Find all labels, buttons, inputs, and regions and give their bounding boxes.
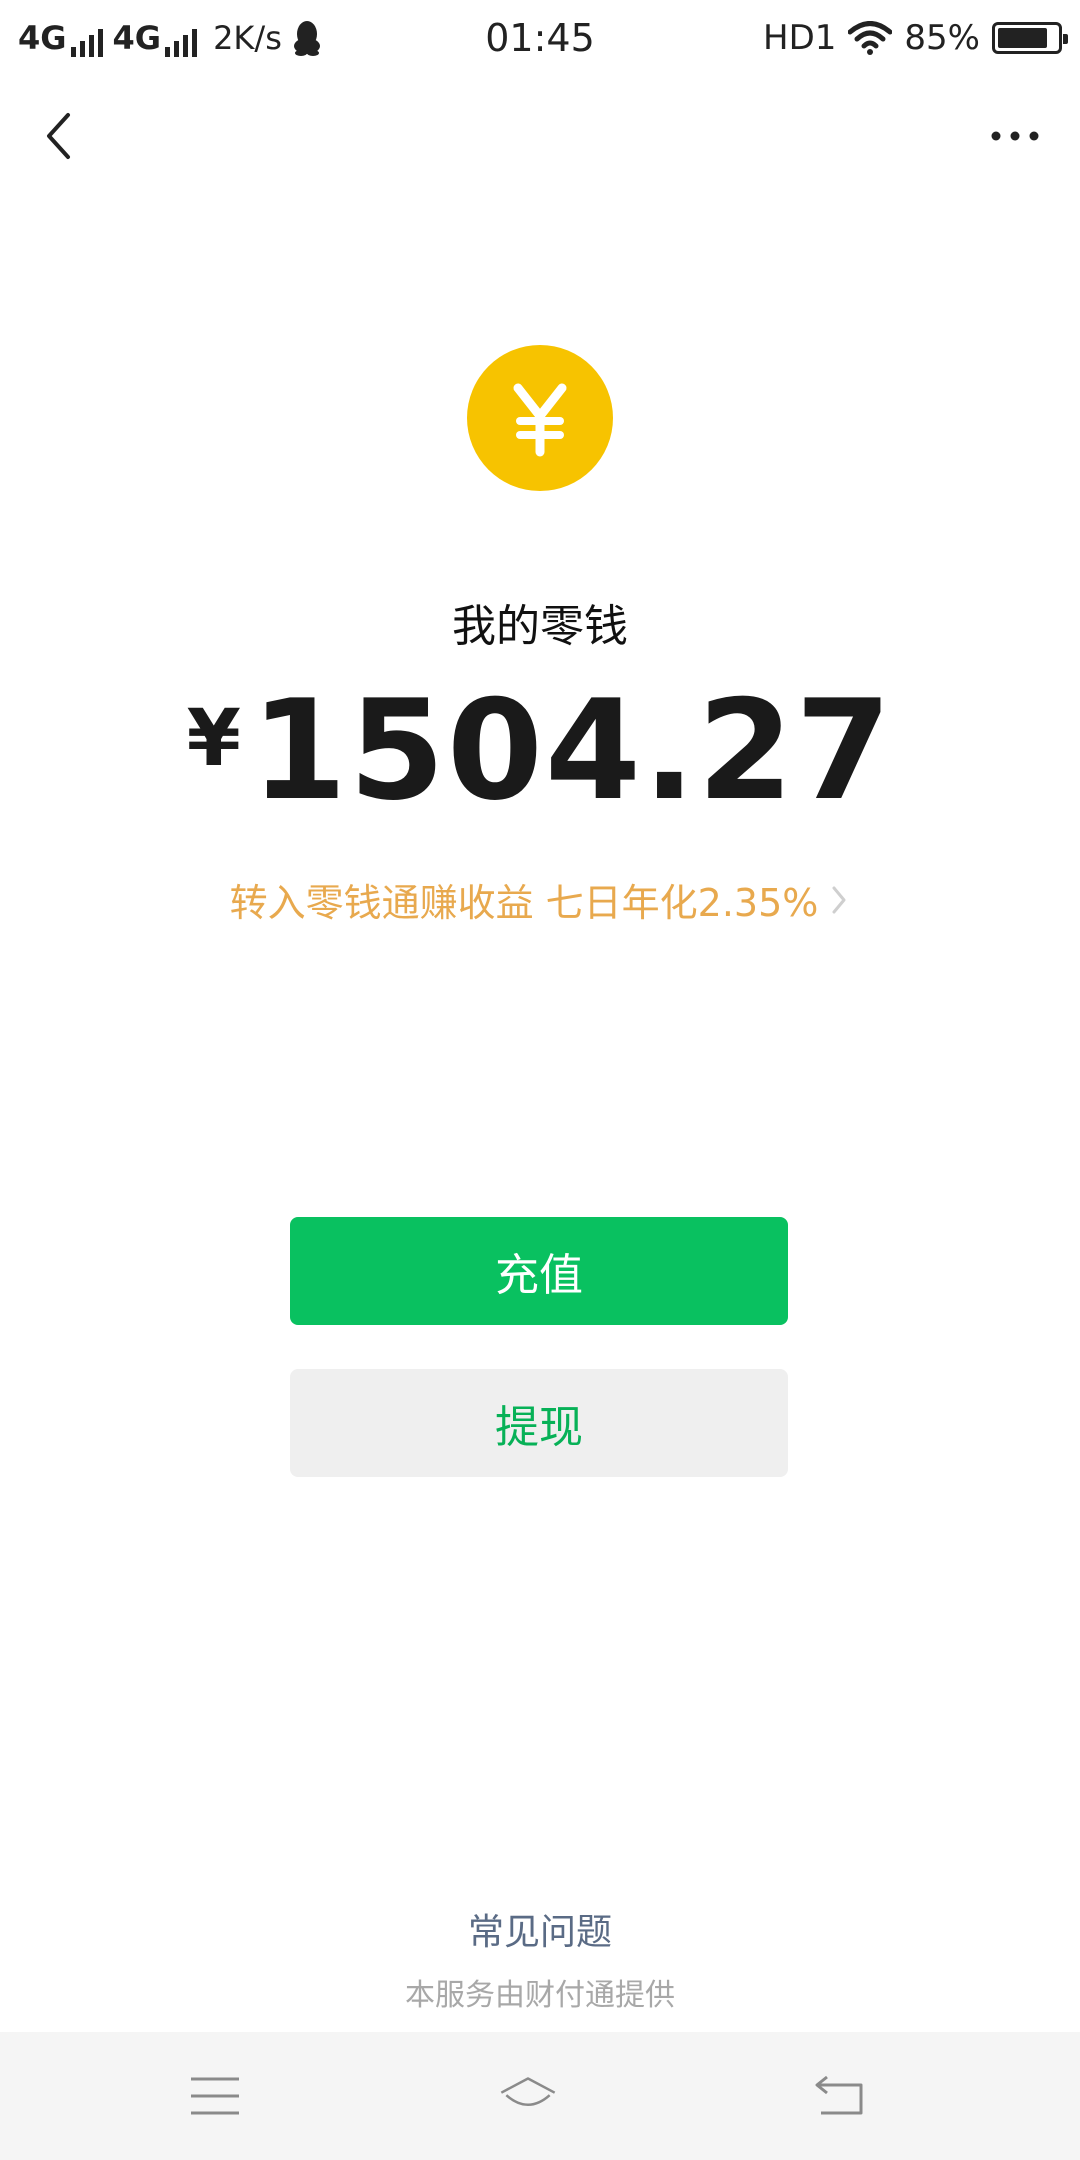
menu-icon: [191, 2077, 239, 2115]
home-button[interactable]: [498, 2066, 558, 2126]
more-dots-icon: [991, 131, 1039, 141]
yuan-coin-icon: [467, 345, 613, 491]
network-type-2: 4G: [112, 19, 162, 57]
battery-icon: [992, 22, 1068, 54]
network-type-1: 4G: [18, 19, 67, 57]
system-nav-bar: [0, 2032, 1080, 2160]
status-right: HD1 85%: [763, 18, 1068, 58]
more-button[interactable]: [980, 106, 1050, 166]
back-button[interactable]: [28, 106, 88, 166]
recharge-button[interactable]: 充值: [290, 1217, 788, 1325]
yuan-symbol-icon: [513, 383, 567, 457]
nav-bar: [0, 76, 1080, 196]
page-title: 我的零钱: [452, 601, 628, 652]
signal-1: 4G: [18, 19, 103, 57]
balance-amount: 1504.27: [250, 670, 894, 831]
chevron-right-icon: [832, 886, 846, 913]
faq-link[interactable]: 常见问题: [0, 1903, 1080, 1955]
system-back-button[interactable]: [810, 2066, 870, 2126]
provider-note: 本服务由财付通提供: [405, 1978, 675, 2013]
withdraw-button[interactable]: 提现: [290, 1369, 788, 1477]
promo-text: 转入零钱通赚收益 七日年化2.35%: [229, 881, 819, 925]
battery-percent: 85%: [904, 18, 980, 58]
status-left: 4G 4G 2K/s: [18, 19, 322, 57]
chevron-left-icon: [47, 113, 70, 159]
signal-bars-icon: [165, 29, 198, 57]
signal-bars-icon: [70, 29, 103, 57]
signal-2: 4G: [113, 19, 198, 57]
qq-penguin-icon: [293, 21, 320, 56]
back-return-icon: [815, 2075, 863, 2115]
balance: ¥ 1504.27: [0, 670, 1080, 831]
menu-button[interactable]: [185, 2066, 245, 2126]
hd-indicator: HD1: [763, 18, 837, 58]
battery-fill: [998, 28, 1048, 48]
wifi-icon: [848, 21, 893, 55]
status-bar: 4G 4G 2K/s 01:45 HD1 85%: [0, 0, 1080, 76]
currency-symbol: ¥: [186, 694, 241, 784]
home-icon: [500, 2077, 555, 2106]
network-speed: 2K/s: [213, 19, 282, 57]
promo-link[interactable]: 转入零钱通赚收益 七日年化2.35%: [0, 872, 1080, 927]
